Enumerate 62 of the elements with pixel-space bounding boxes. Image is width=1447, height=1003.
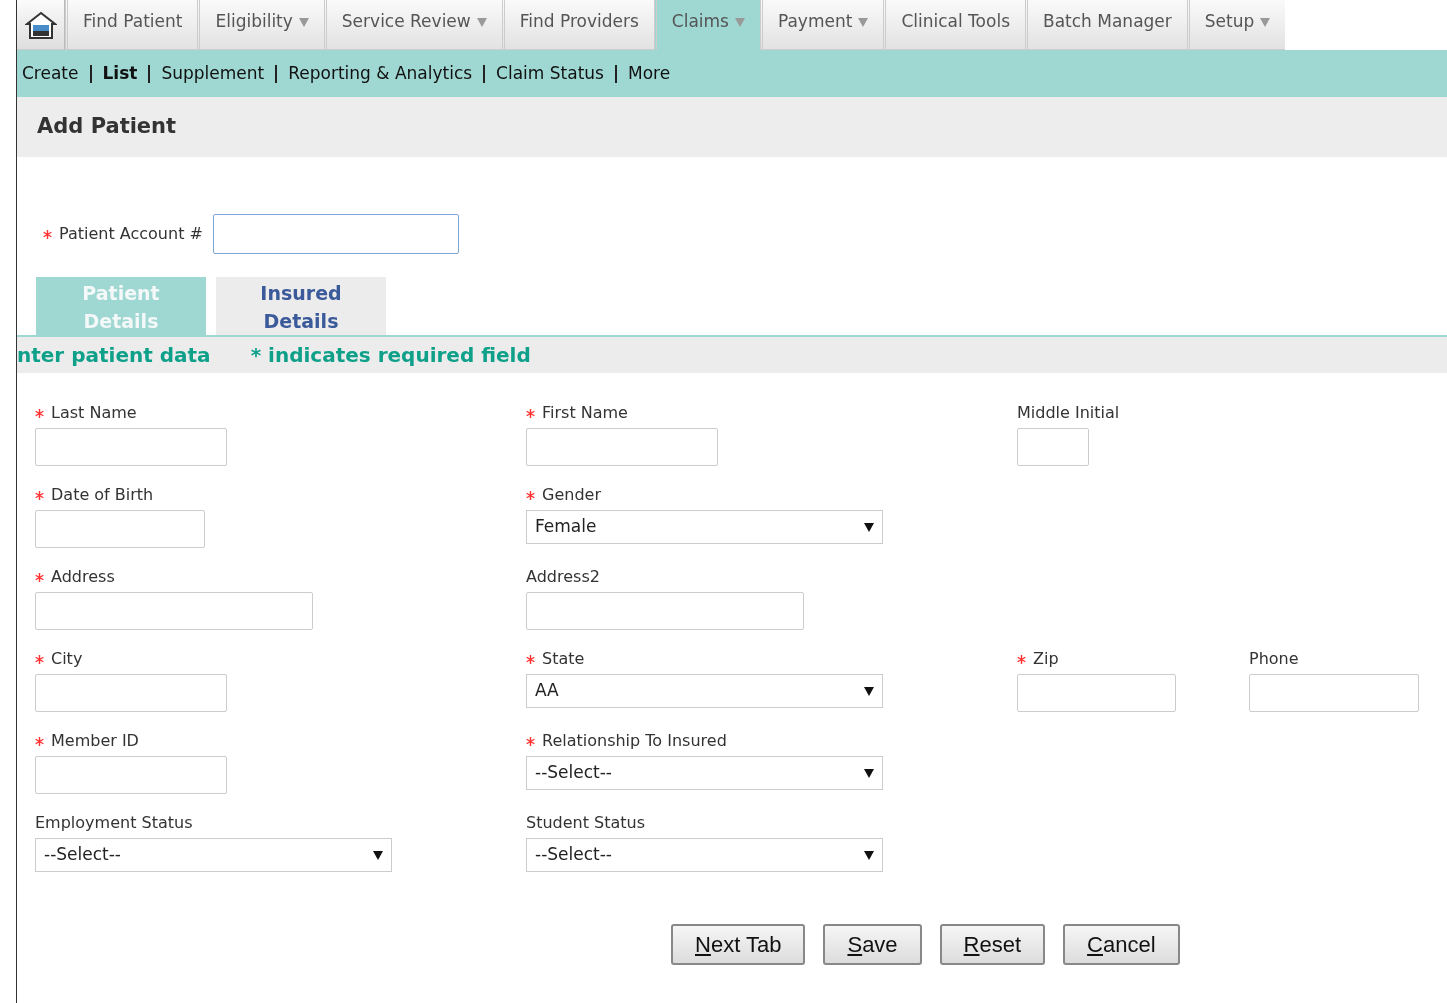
caret-icon [373,850,383,860]
field-label: Middle Initial [1017,402,1120,424]
home-icon [24,9,57,40]
field-label: Last Name [51,402,137,424]
dropdown[interactable]: Female [526,510,883,544]
input-field[interactable] [35,674,227,712]
caret-icon [864,768,874,778]
nav-tab[interactable]: Batch Manager [1025,0,1187,50]
subnav-link[interactable]: List [102,60,138,87]
field-label: City [51,648,83,670]
tab[interactable]: Insured Details [216,277,386,335]
input-field[interactable] [1017,674,1176,712]
field-label: Zip [1033,648,1059,670]
input-field[interactable] [35,756,227,794]
field-label: Patient Account # [59,223,203,245]
input-field[interactable] [1017,428,1089,466]
field-label: Address [51,566,115,588]
nav-tab[interactable]: Service Review [323,0,502,50]
nav-tab[interactable]: Setup [1186,0,1286,50]
field-label: Employment Status [35,812,193,834]
dropdown[interactable]: AA [526,674,883,708]
caret-icon [864,522,874,532]
field-label: Gender [542,484,601,506]
home-button[interactable] [17,0,65,50]
instruction-text: nter patient data [17,342,211,369]
subnav-link[interactable]: Claim Status [496,60,604,87]
field-label: Address2 [526,566,600,588]
input-field[interactable] [526,428,718,466]
nav-tab[interactable]: Eligibility [197,0,324,50]
input-field[interactable] [212,214,459,254]
button[interactable]: Reset [939,924,1046,965]
button[interactable]: Save [823,924,922,965]
dropdown[interactable]: --Select-- [35,838,392,872]
input-field[interactable] [1249,674,1419,712]
dropdown[interactable]: --Select-- [526,838,883,872]
page-title: Add Patient [17,97,1447,157]
subnav-link[interactable]: Create [22,60,79,87]
dropdown[interactable]: --Select-- [526,756,883,790]
nav-tab[interactable]: Claims [653,0,760,50]
subnav-link[interactable]: Reporting & Analytics [288,60,473,87]
field-label: Student Status [526,812,646,834]
button[interactable]: Next Tab [671,924,806,965]
field-label: Member ID [51,730,139,752]
field-label: State [542,648,585,670]
nav-tab[interactable]: Find Providers [501,0,654,50]
nav-tab[interactable]: Find Patient [65,0,198,50]
field-label: Phone [1249,648,1299,670]
input-field[interactable] [35,510,205,548]
field-label: Relationship To Insured [542,730,727,752]
subnav-link[interactable]: More [628,60,671,87]
input-field[interactable] [35,592,313,630]
field-label: Date of Birth [51,484,154,506]
field-label: First Name [542,402,628,424]
subnav-link[interactable]: Supplement [161,60,265,87]
button[interactable]: Cancel [1063,924,1180,965]
caret-icon [864,850,874,860]
nav-tab[interactable]: Payment [759,0,884,50]
required-note: * indicates required field [250,342,531,369]
input-field[interactable] [526,592,804,630]
nav-tab[interactable]: Clinical Tools [883,0,1025,50]
caret-icon [864,686,874,696]
input-field[interactable] [35,428,227,466]
